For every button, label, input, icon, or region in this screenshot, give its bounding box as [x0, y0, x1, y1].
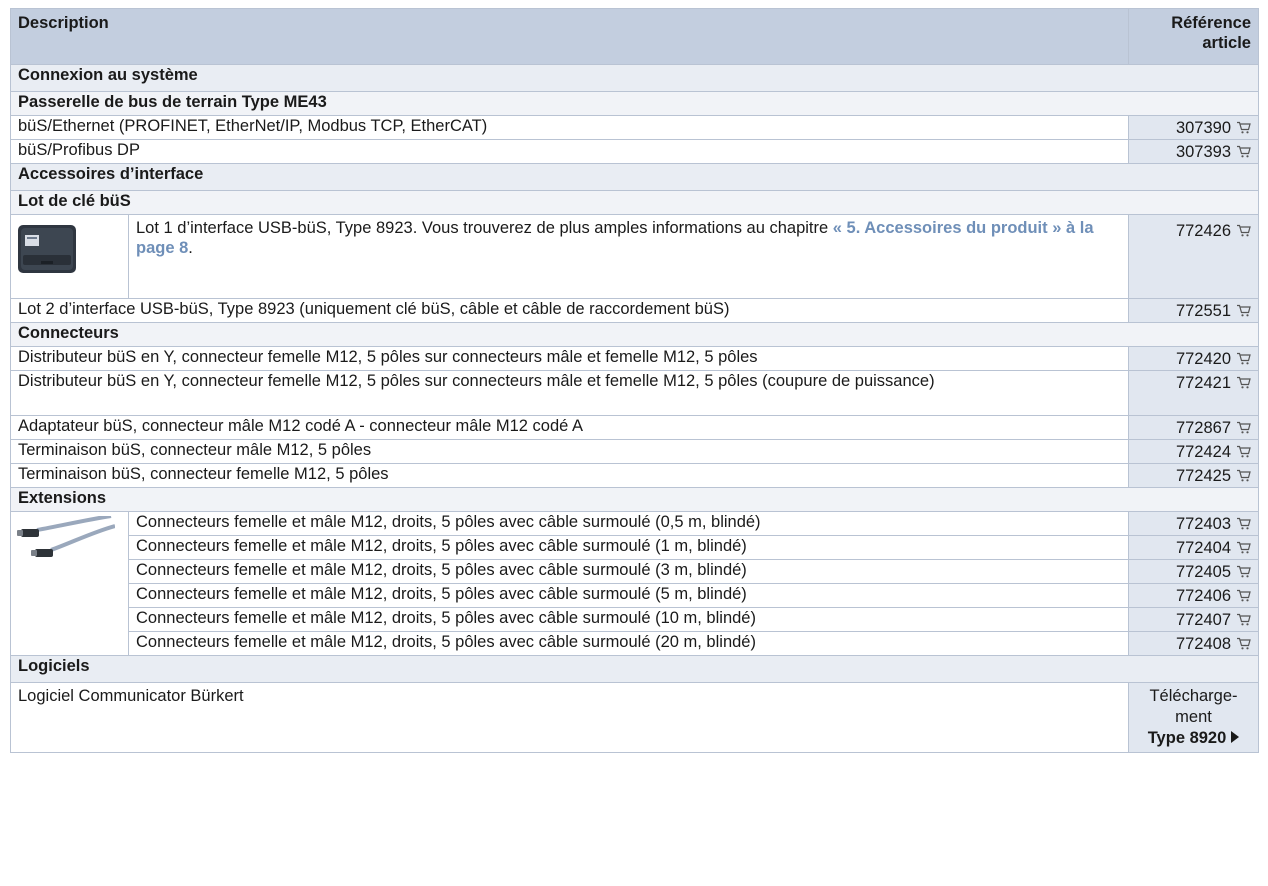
shopping-cart-icon[interactable]: [1237, 613, 1251, 626]
download-cell[interactable]: Télécharge- ment Type 8920: [1128, 682, 1259, 753]
table-row: Lot 1 d’interface USB-büS, Type 8923. Vo…: [10, 214, 1259, 299]
section-key-set: Lot de clé büS: [10, 190, 1259, 215]
header-description: Description: [10, 8, 1129, 65]
item-description: Connecteurs femelle et mâle M12, droits,…: [128, 631, 1129, 656]
shopping-cart-icon[interactable]: [1237, 352, 1251, 365]
article-reference[interactable]: 772404: [1128, 535, 1259, 560]
table-row: Distributeur büS en Y, connecteur femell…: [10, 370, 1259, 416]
table-row: Connecteurs femelle et mâle M12, droits,…: [11, 607, 1259, 632]
download-label-line2: ment: [1175, 708, 1212, 726]
header-reference: Référence article: [1128, 8, 1259, 65]
shopping-cart-icon[interactable]: [1237, 121, 1251, 134]
shopping-cart-icon[interactable]: [1237, 421, 1251, 434]
table-row: Terminaison büS, connecteur femelle M12,…: [10, 463, 1259, 488]
table-row: Connecteurs femelle et mâle M12, droits,…: [11, 535, 1259, 560]
section-system: Connexion au système: [10, 64, 1259, 92]
shopping-cart-icon[interactable]: [1237, 445, 1251, 458]
shopping-cart-icon[interactable]: [1237, 565, 1251, 578]
item-description: Lot 1 d’interface USB-büS, Type 8923. Vo…: [128, 214, 1129, 299]
item-description: büS/Ethernet (PROFINET, EtherNet/IP, Mod…: [10, 115, 1129, 140]
item-description: Connecteurs femelle et mâle M12, droits,…: [128, 559, 1129, 584]
article-reference[interactable]: 772426: [1128, 214, 1259, 299]
item-description: Terminaison büS, connecteur mâle M12, 5 …: [10, 439, 1129, 464]
section-gateway: Passerelle de bus de terrain Type ME43: [10, 91, 1259, 116]
article-reference[interactable]: 772405: [1128, 559, 1259, 584]
table-row: Connecteurs femelle et mâle M12, droits,…: [10, 511, 1259, 656]
article-reference[interactable]: 307393: [1128, 139, 1259, 164]
article-reference[interactable]: 772420: [1128, 346, 1259, 371]
item-description: Connecteurs femelle et mâle M12, droits,…: [128, 607, 1129, 632]
extension-cable-image: [17, 516, 115, 557]
table-row: Lot 2 d’interface USB-büS, Type 8923 (un…: [10, 298, 1259, 323]
article-reference[interactable]: 772867: [1128, 415, 1259, 440]
table-row: büS/Profibus DP 307393: [10, 139, 1259, 164]
article-reference[interactable]: 307390: [1128, 115, 1259, 140]
cable-image-cell: [10, 511, 129, 656]
item-description: Connecteurs femelle et mâle M12, droits,…: [128, 511, 1129, 536]
shopping-cart-icon[interactable]: [1237, 589, 1251, 602]
section-software: Logiciels: [10, 655, 1259, 683]
item-description: Lot 2 d’interface USB-büS, Type 8923 (un…: [10, 298, 1129, 323]
article-reference[interactable]: 772406: [1128, 583, 1259, 608]
item-description: Logiciel Communicator Bürkert: [10, 682, 1129, 753]
shopping-cart-icon[interactable]: [1237, 376, 1251, 389]
table-row: Connecteurs femelle et mâle M12, droits,…: [11, 583, 1259, 608]
article-reference[interactable]: 772403: [1128, 511, 1259, 536]
triangle-right-icon: [1231, 731, 1240, 743]
item-description: Distributeur büS en Y, connecteur femell…: [10, 370, 1129, 416]
shopping-cart-icon[interactable]: [1237, 637, 1251, 650]
section-interface: Accessoires d’interface: [10, 163, 1259, 191]
table-row: Terminaison büS, connecteur mâle M12, 5 …: [10, 439, 1259, 464]
article-reference[interactable]: 772408: [1128, 631, 1259, 656]
item-description: Terminaison büS, connecteur femelle M12,…: [10, 463, 1129, 488]
shopping-cart-icon[interactable]: [1237, 304, 1251, 317]
table-row: Distributeur büS en Y, connecteur femell…: [10, 346, 1259, 371]
item-description: Connecteurs femelle et mâle M12, droits,…: [128, 583, 1129, 608]
shopping-cart-icon[interactable]: [1237, 145, 1251, 158]
table-row: Adaptateur büS, connecteur mâle M12 codé…: [10, 415, 1259, 440]
shopping-cart-icon[interactable]: [1237, 541, 1251, 554]
shopping-cart-icon[interactable]: [1237, 469, 1251, 482]
section-connectors: Connecteurs: [10, 322, 1259, 347]
article-reference[interactable]: 772424: [1128, 439, 1259, 464]
article-reference[interactable]: 772425: [1128, 463, 1259, 488]
accessories-table: Description Référence article Connexion …: [10, 8, 1259, 753]
download-label-line1: Télécharge-: [1149, 687, 1238, 705]
article-reference[interactable]: 772407: [1128, 607, 1259, 632]
interface-case-image: [18, 225, 76, 273]
table-row: Connecteurs femelle et mâle M12, droits,…: [11, 631, 1259, 656]
item-description: Adaptateur büS, connecteur mâle M12 codé…: [10, 415, 1129, 440]
table-row: Logiciel Communicator Bürkert Télécharge…: [10, 682, 1259, 753]
shopping-cart-icon[interactable]: [1237, 224, 1251, 237]
item-description: Distributeur büS en Y, connecteur femell…: [10, 346, 1129, 371]
article-reference[interactable]: 772421: [1128, 370, 1259, 416]
item-description: büS/Profibus DP: [10, 139, 1129, 164]
article-reference[interactable]: 772551: [1128, 298, 1259, 323]
item-description: Connecteurs femelle et mâle M12, droits,…: [128, 535, 1129, 560]
shopping-cart-icon[interactable]: [1237, 517, 1251, 530]
section-extensions: Extensions: [10, 487, 1259, 512]
table-row: Connecteurs femelle et mâle M12, droits,…: [11, 559, 1259, 584]
download-link[interactable]: Type 8920: [1133, 728, 1254, 749]
case-image-cell: [10, 214, 129, 299]
table-row: büS/Ethernet (PROFINET, EtherNet/IP, Mod…: [10, 115, 1259, 140]
